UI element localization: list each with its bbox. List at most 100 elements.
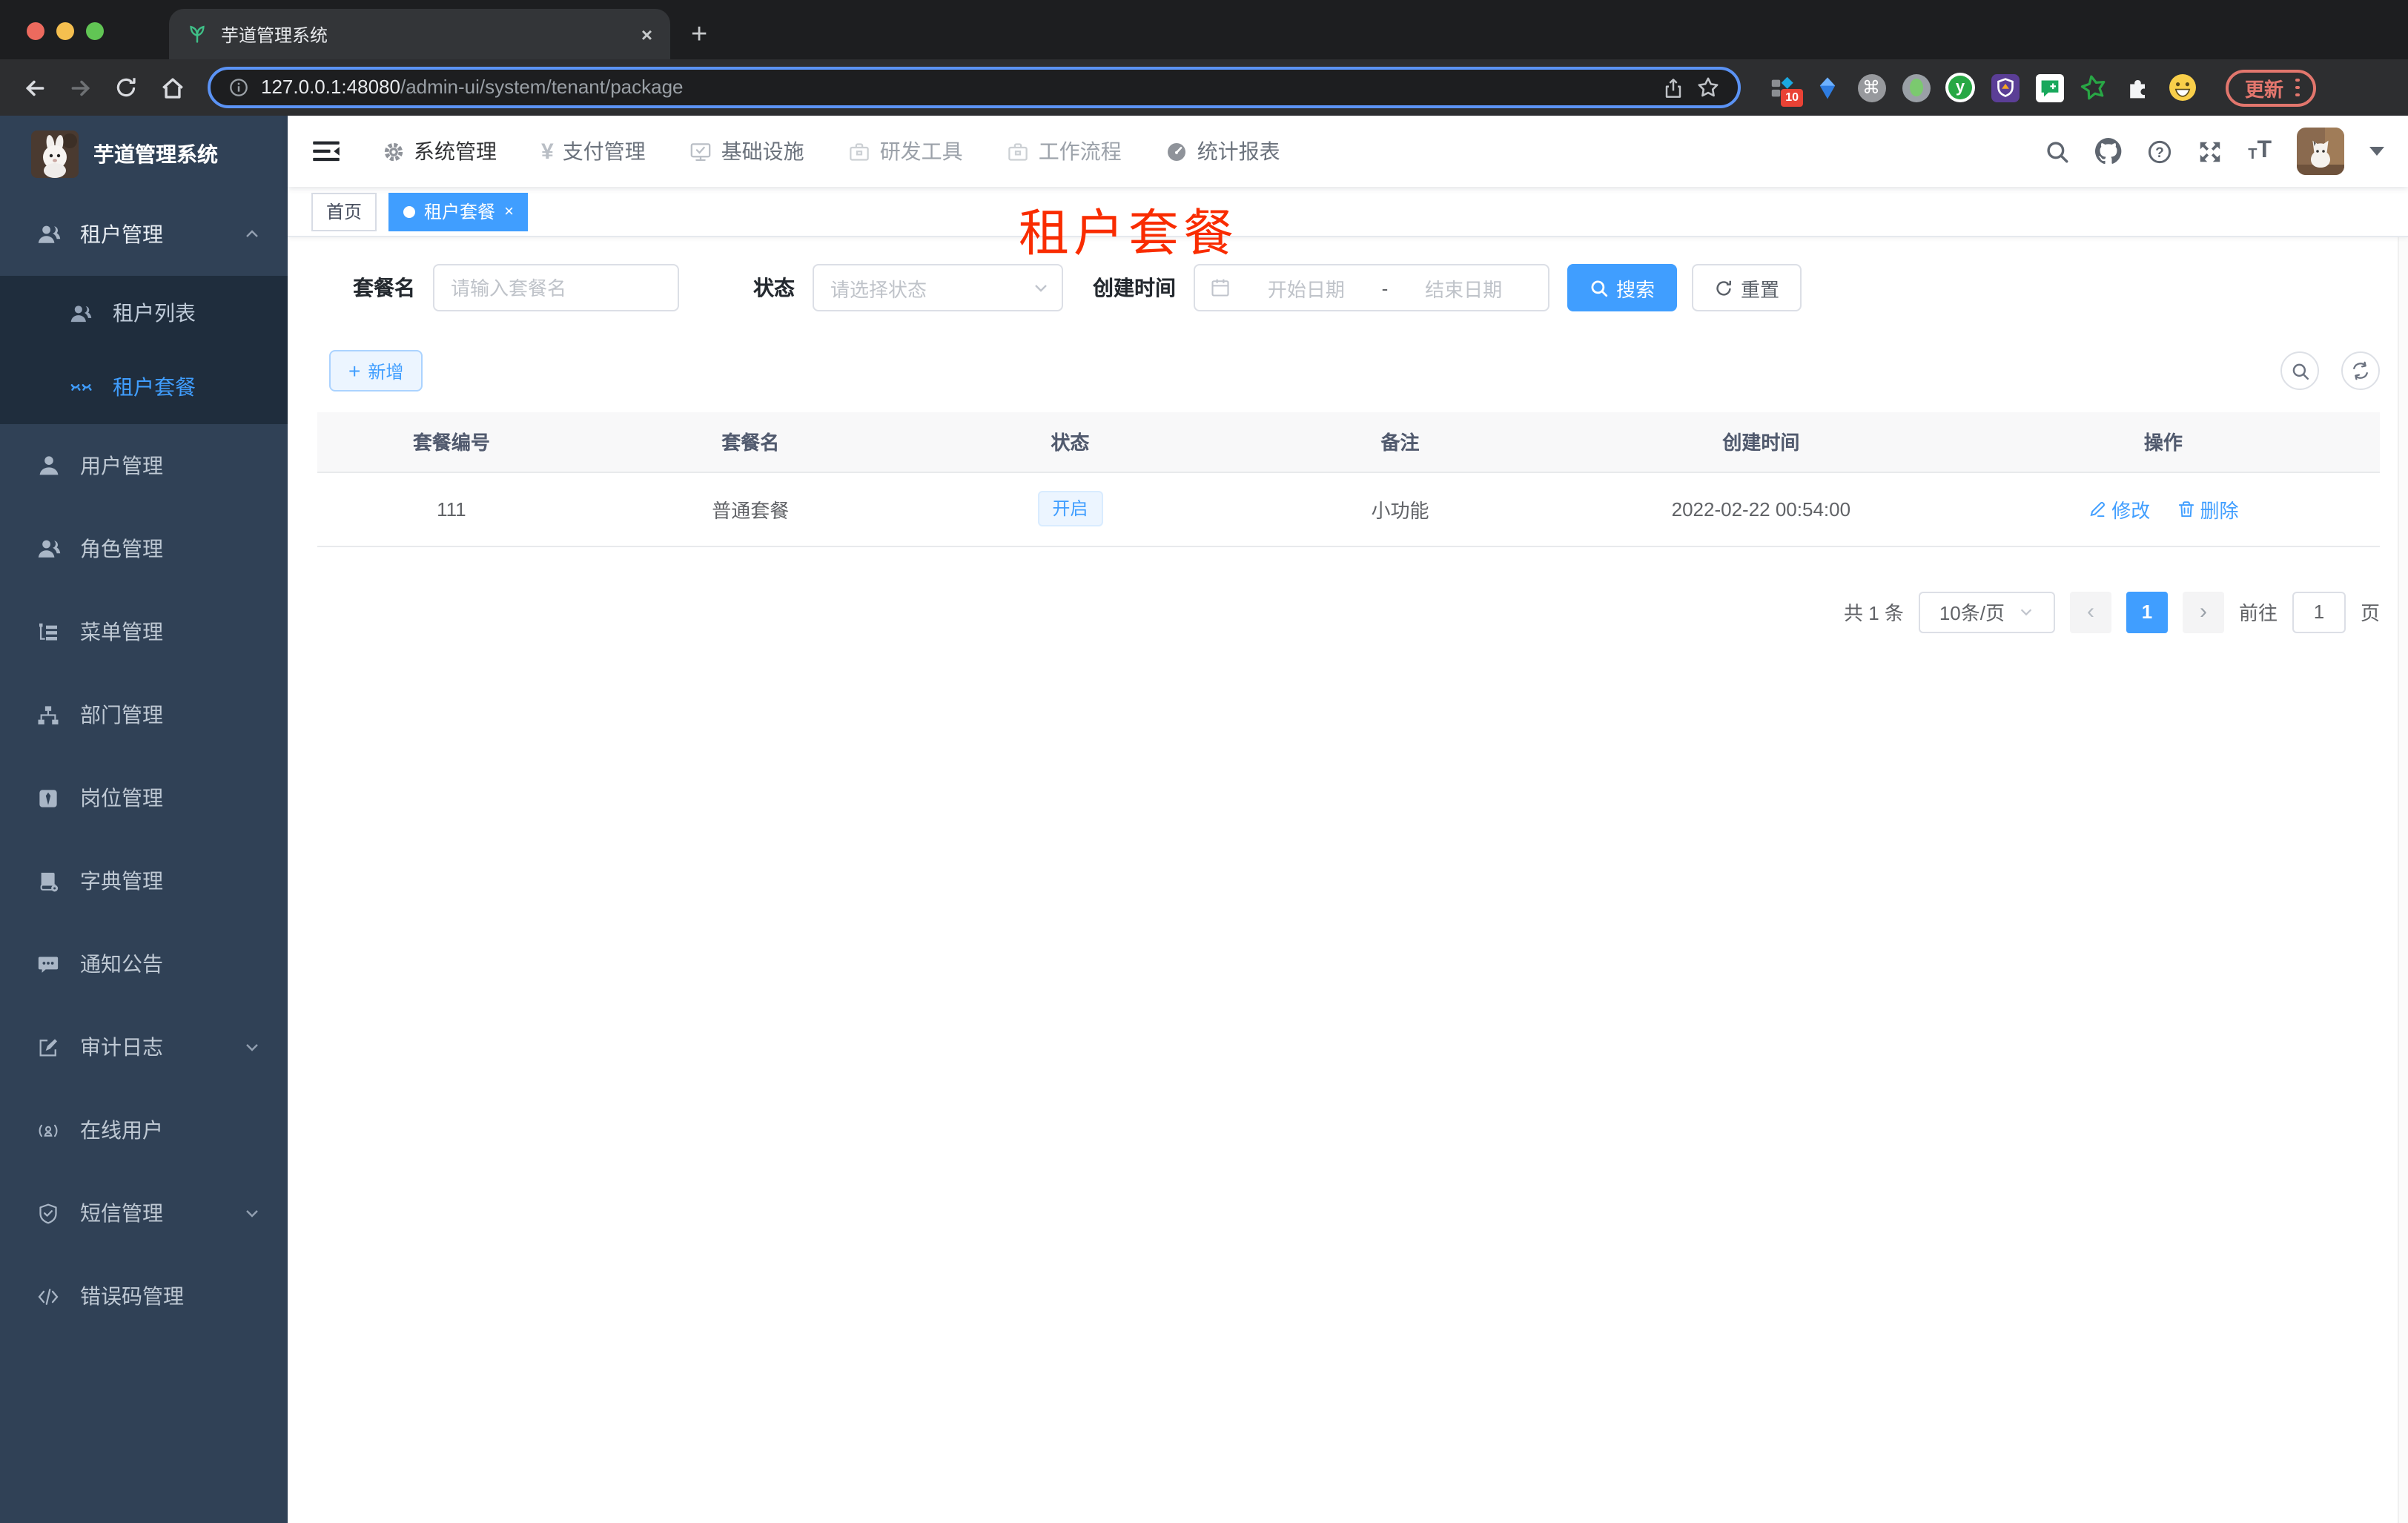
sidebar-item-notice-announcement[interactable]: 通知公告 [0,922,288,1005]
sidebar-item-tenant-list[interactable]: 租户列表 [0,276,288,350]
browser-menu-icon[interactable] [2295,78,2300,97]
extension-recorder-icon[interactable] [1901,73,1931,102]
zoom-window-button[interactable] [86,22,104,40]
package-name-input[interactable] [433,264,679,311]
code-icon [37,1285,61,1307]
home-button[interactable] [153,68,191,107]
peoples-icon [37,537,61,561]
sidebar-item-error-code-management[interactable]: 错误码管理 [0,1255,288,1338]
font-size-icon[interactable]: TT [2248,139,2272,163]
create-time-range-picker[interactable]: 开始日期 - 结束日期 [1194,264,1549,311]
sidebar-item-dict-management[interactable]: 字典管理 [0,839,288,922]
browser-tab[interactable]: 芋道管理系统 × [169,9,670,59]
extension-star-icon[interactable] [2079,73,2108,102]
next-page-button[interactable]: › [2182,591,2224,632]
package-name-label: 套餐名 [353,276,415,300]
search-button[interactable]: 搜索 [1567,264,1678,311]
show-search-button[interactable] [2280,351,2319,390]
app-title: 芋道管理系统 [93,142,218,166]
delete-link[interactable]: 删除 [2176,495,2239,523]
search-icon[interactable] [2045,139,2070,164]
gear-icon [383,140,405,162]
extension-tabs-icon[interactable]: 10 [1767,73,1803,107]
extension-command-icon[interactable]: ⌘ [1856,73,1886,102]
bookmark-star-icon[interactable] [1696,76,1720,99]
github-icon[interactable] [2095,138,2122,165]
sidebar-item-post-management[interactable]: 岗位管理 [0,756,288,839]
status-select[interactable]: 请选择状态 [813,264,1063,311]
sidebar-collapse-icon[interactable] [311,138,341,165]
top-nav-statistics-report[interactable]: 统计报表 [1166,136,1280,166]
sidebar-item-label: 短信管理 [80,1201,163,1225]
site-info-icon[interactable] [228,77,249,98]
extension-puzzle-icon[interactable] [2123,73,2153,102]
browser-update-button[interactable]: 更新 [2226,69,2316,106]
top-nav-payment-management[interactable]: ¥ 支付管理 [541,136,646,166]
url-bar[interactable]: 127.0.0.1:48080/admin-ui/system/tenant/p… [208,67,1741,108]
top-nav-system-management[interactable]: 系统管理 [383,136,497,166]
extension-gem-icon[interactable] [1812,73,1842,102]
sidebar-item-sms-management[interactable]: 短信管理 [0,1172,288,1255]
avatar[interactable] [2297,128,2344,175]
monitor-check-icon [690,140,712,162]
share-icon[interactable] [1662,76,1684,99]
tag-home[interactable]: 首页 [311,192,377,231]
extension-chat-icon[interactable] [2034,73,2064,102]
page-size-select[interactable]: 10条/页 [1918,591,2055,632]
tag-close-icon[interactable]: × [504,202,514,220]
sidebar-item-online-users[interactable]: 在线用户 [0,1088,288,1172]
close-window-button[interactable] [27,22,44,40]
package-table: 套餐编号 套餐名 状态 备注 创建时间 操作 111 普通套餐 开启 小功能 2… [317,412,2380,546]
tag-tenant-package[interactable]: 租户套餐 × [388,192,529,231]
back-button[interactable] [15,68,53,107]
toolbox-icon [1008,140,1030,162]
minimize-window-button[interactable] [56,22,74,40]
tab-close-icon[interactable]: × [641,23,652,45]
sidebar-item-tenant-management[interactable]: 租户管理 [0,193,288,276]
forward-button[interactable] [61,68,99,107]
sidebar-item-label: 字典管理 [80,869,163,893]
sidebar-logo[interactable]: 芋道管理系统 [0,116,288,193]
chevron-down-icon[interactable] [2369,147,2384,156]
sidebar-item-menu-management[interactable]: 菜单管理 [0,590,288,673]
sidebar-item-tenant-package[interactable]: 租户套餐 [0,350,288,424]
current-page[interactable]: 1 [2126,591,2168,632]
top-nav-infrastructure[interactable]: 基础设施 [690,136,804,166]
start-date-placeholder[interactable]: 开始日期 [1237,274,1376,302]
end-date-placeholder[interactable]: 结束日期 [1394,274,1533,302]
edit-link[interactable]: 修改 [2088,495,2150,523]
date-separator: - [1381,277,1389,299]
goto-page-input[interactable] [2292,591,2346,632]
extension-shield-icon[interactable] [1990,73,2020,102]
help-icon[interactable]: ? [2147,139,2172,164]
reset-button[interactable]: 重置 [1692,264,1802,311]
url-path: /admin-ui/system/tenant/package [400,76,684,98]
sidebar-item-label: 租户套餐 [113,375,196,399]
top-nav-workflow[interactable]: 工作流程 [1008,136,1122,166]
col-package-id: 套餐编号 [317,412,586,472]
create-time-label: 创建时间 [1093,276,1176,300]
sidebar-item-dept-management[interactable]: 部门管理 [0,673,288,756]
prev-page-button[interactable]: ‹ [2069,591,2111,632]
toolbox-icon [849,140,871,162]
page-scrollbar[interactable] [2398,116,2408,1523]
log-edit-icon [37,1036,61,1058]
fullscreen-icon[interactable] [2197,139,2223,164]
new-tab-button[interactable]: + [691,21,707,49]
top-nav-dev-tools[interactable]: 研发工具 [849,136,963,166]
reload-button[interactable] [107,68,145,107]
sidebar-item-role-management[interactable]: 角色管理 [0,507,288,590]
extension-emoji-icon[interactable] [2168,73,2197,102]
extension-y-icon[interactable]: y [1945,73,1975,102]
logo-rabbit-image [31,131,79,178]
sidebar-item-label: 用户管理 [80,454,163,478]
refresh-table-button[interactable] [2341,351,2380,390]
edit-icon [2088,499,2107,518]
sidebar-item-audit-log[interactable]: 审计日志 [0,1005,288,1088]
sidebar-item-user-management[interactable]: 用户管理 [0,424,288,507]
status-badge[interactable]: 开启 [1037,491,1103,526]
add-button[interactable]: + 新增 [329,350,423,392]
browser-tab-strip: 芋道管理系统 × + [0,0,2408,59]
dashboard-icon [1166,140,1188,162]
table-row: 111 普通套餐 开启 小功能 2022-02-22 00:54:00 修改 删… [317,472,2380,546]
